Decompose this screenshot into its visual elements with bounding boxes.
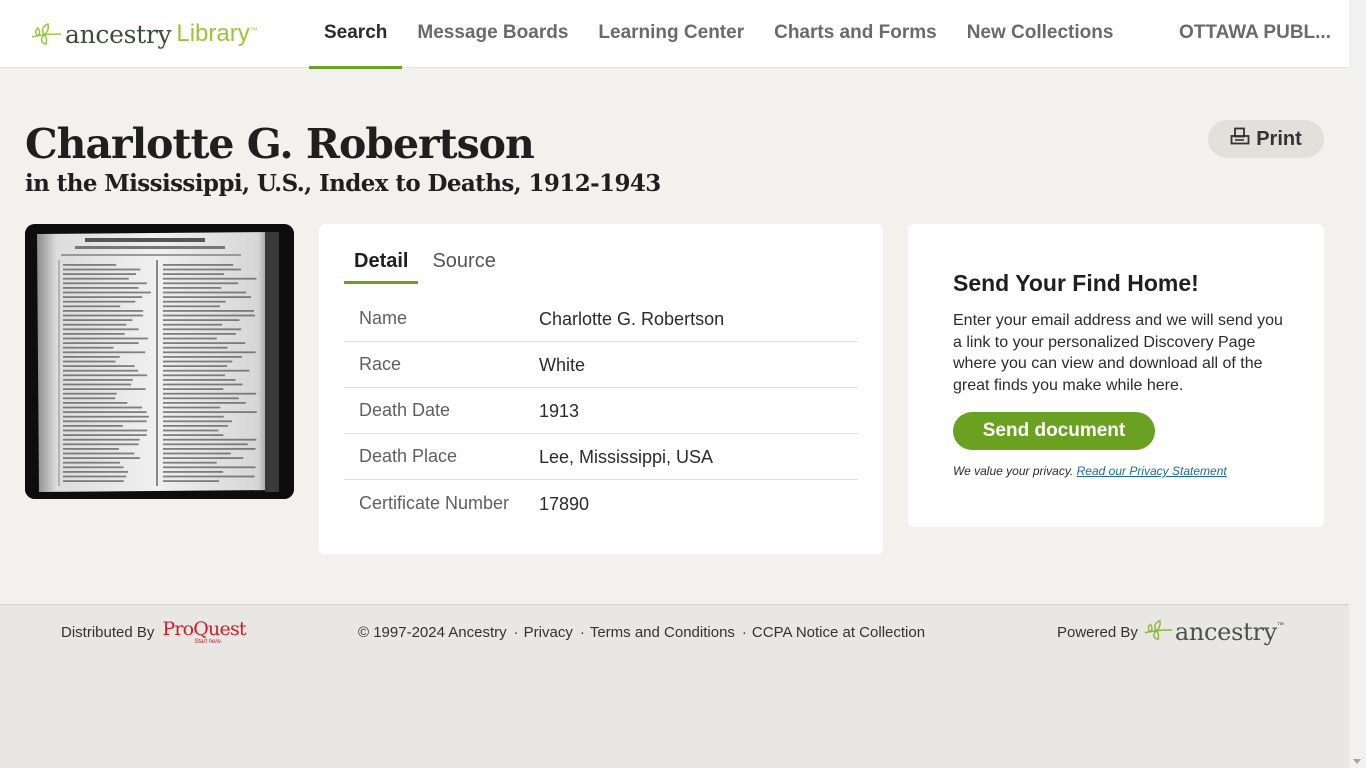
detail-value: 17890 [539, 493, 590, 514]
nav-learning-center[interactable]: Learning Center [583, 0, 759, 68]
privacy-note: We value your privacy. Read our Privacy … [953, 464, 1227, 478]
tab-source[interactable]: Source [422, 250, 505, 281]
distributed-by-label: Distributed By [61, 623, 155, 641]
footer-links: © 1997-2024 Ancestry · Privacy · Terms a… [358, 624, 925, 641]
detail-label: Race [359, 354, 402, 374]
proquest-tagline: Start here. [194, 639, 223, 645]
page-footer: Distributed By ProQuest Start here. © 19… [0, 604, 1349, 768]
detail-label: Name [359, 308, 408, 328]
copyright-text: © 1997-2024 Ancestry [358, 624, 507, 641]
collection-subtitle: in the Mississippi, U.S., Index to Death… [25, 170, 661, 197]
detail-row-death-place: Death Place Lee, Mississippi, USA [344, 434, 858, 480]
detail-value: 1913 [539, 401, 580, 421]
detail-label: Certificate Number [359, 492, 510, 513]
tab-detail[interactable]: Detail [344, 250, 419, 284]
detail-value: Charlotte G. Robertson [539, 309, 725, 329]
vertical-scrollbar[interactable] [1349, 0, 1366, 768]
privacy-text: We value your privacy. [953, 464, 1074, 478]
footer-link-terms[interactable]: Terms and Conditions [590, 624, 735, 641]
detail-label: Death Date [359, 400, 451, 420]
print-icon [1230, 127, 1256, 151]
nav-search[interactable]: Search [309, 0, 403, 69]
send-card-title: Send Your Find Home! [953, 270, 1199, 296]
separator-dot: · [513, 624, 519, 641]
nav-new-collections[interactable]: New Collections [952, 0, 1129, 68]
detail-label: Death Place [359, 446, 458, 466]
detail-row-death-date: Death Date 1913 [344, 388, 858, 434]
footer-link-privacy[interactable]: Privacy [524, 624, 573, 641]
detail-row-certificate-number: Certificate Number 17890 [344, 480, 858, 526]
ancestry-library-logo[interactable]: ancestry Library ™ [30, 18, 258, 50]
powered-by-label: Powered By [1057, 623, 1138, 641]
nav-charts-and-forms[interactable]: Charts and Forms [759, 0, 952, 68]
ancestry-trademark: ™ [1276, 622, 1284, 629]
send-find-home-card: Send Your Find Home! Enter your email ad… [908, 224, 1324, 527]
separator-dot: · [579, 624, 585, 641]
record-image-thumbnail[interactable] [25, 224, 294, 499]
privacy-statement-link[interactable]: Read our Privacy Statement [1077, 464, 1227, 478]
proquest-logo[interactable]: ProQuest Start here. [162, 618, 246, 645]
distributed-by: Distributed By ProQuest Start here. [61, 618, 247, 645]
nav-message-boards[interactable]: Message Boards [402, 0, 583, 68]
detail-tabs: Detail Source [344, 250, 510, 284]
leaf-icon [30, 23, 62, 45]
main-nav: Search Message Boards Learning Center Ch… [309, 0, 1129, 69]
proquest-wordmark: ProQuest [162, 618, 246, 640]
ancestry-wordmark[interactable]: ancestry [1175, 618, 1277, 646]
logo-trademark: ™ [249, 26, 258, 35]
account-menu[interactable]: OTTAWA PUBL... [1179, 0, 1331, 68]
leaf-icon [1143, 619, 1173, 645]
print-button[interactable]: Print [1208, 120, 1324, 158]
logo-product-text: Library [176, 20, 250, 47]
send-document-button[interactable]: Send document [953, 412, 1155, 450]
page-title: Charlotte G. Robertson [25, 120, 535, 168]
scroll-down-arrow-icon[interactable] [1353, 759, 1361, 764]
detail-value: Lee, Mississippi, USA [539, 447, 714, 467]
detail-row-name: Name Charlotte G. Robertson [344, 296, 858, 342]
top-header: ancestry Library ™ Search Message Boards… [0, 0, 1349, 69]
detail-value: White [539, 355, 586, 375]
footer-link-ccpa[interactable]: CCPA Notice at Collection [752, 624, 925, 641]
detail-row-race: Race White [344, 342, 858, 388]
send-card-description: Enter your email address and we will sen… [953, 312, 1283, 395]
separator-dot: · [741, 624, 747, 641]
detail-table: Name Charlotte G. Robertson Race White D… [344, 296, 858, 526]
logo-brand-text: ancestry [65, 19, 172, 49]
print-label: Print [1256, 127, 1302, 150]
powered-by: Powered By ancestry ™ [1057, 618, 1284, 646]
record-detail-card: Detail Source Name Charlotte G. Robertso… [319, 224, 883, 554]
